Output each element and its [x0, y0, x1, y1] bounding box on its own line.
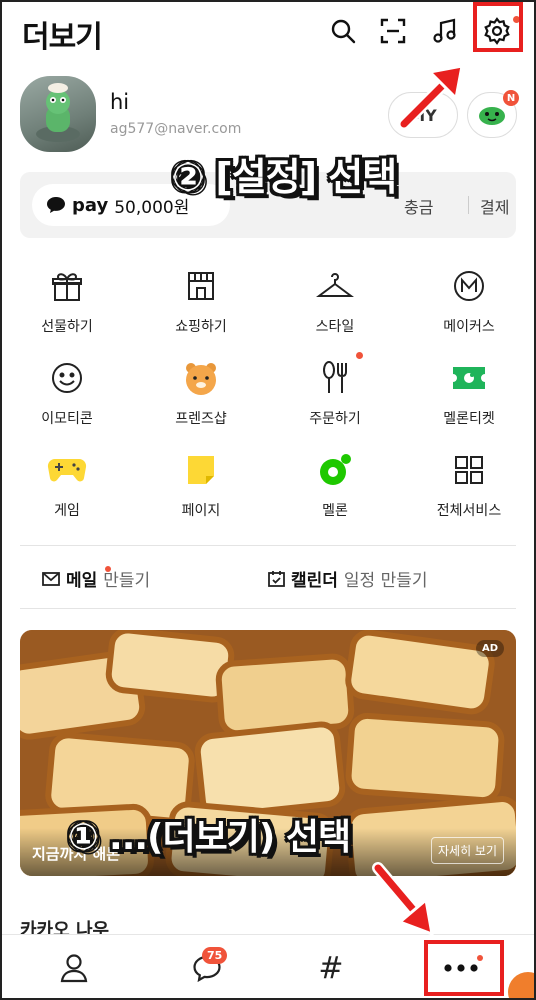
- charge-button[interactable]: 충금: [404, 194, 433, 218]
- order-icon: [313, 356, 357, 400]
- profile-name: hi: [110, 90, 130, 114]
- person-icon: [60, 954, 88, 983]
- gift-icon: [45, 264, 89, 308]
- chat-bubble-icon: [47, 197, 65, 213]
- step-2-annotation: ② [설정] 선택: [172, 155, 397, 199]
- melon-icon: [313, 448, 357, 492]
- step-1-annotation: ① ...(더보기) 선택: [68, 817, 351, 858]
- service-shopping[interactable]: 쇼핑하기: [134, 252, 268, 344]
- order-new-dot: [356, 352, 363, 359]
- mail-icon: [42, 571, 60, 586]
- arrow-to-more: [372, 862, 434, 937]
- ticket-icon: [447, 356, 491, 400]
- page-icon: [179, 448, 223, 492]
- calendar-icon: [268, 571, 285, 587]
- service-label: 전체서비스: [436, 503, 502, 519]
- service-label: 주문하기: [309, 411, 361, 427]
- service-label: 페이지: [181, 503, 221, 519]
- payment-button[interactable]: 결제: [480, 194, 509, 218]
- service-friends-shop[interactable]: 프렌즈샵: [134, 344, 268, 436]
- service-label: 쇼핑하기: [175, 319, 227, 335]
- emoticon-icon: [45, 356, 89, 400]
- nav-hashtag[interactable]: #: [264, 935, 398, 1000]
- nav-chats[interactable]: [140, 935, 274, 1000]
- top-bar: 더보기: [0, 0, 536, 64]
- service-label: 프렌즈샵: [175, 411, 227, 427]
- service-page[interactable]: 페이지: [134, 436, 268, 528]
- service-game[interactable]: 게임: [0, 436, 134, 528]
- mail-label: 메일: [66, 571, 98, 591]
- divider: [20, 545, 516, 546]
- more-highlight-box: [424, 940, 504, 996]
- service-gift[interactable]: 선물하기: [0, 252, 134, 344]
- pay-logo: pay: [72, 194, 109, 216]
- ad-more-button[interactable]: 자세히 보기: [430, 837, 504, 864]
- nav-friends[interactable]: [7, 935, 141, 1000]
- hanger-icon: [313, 264, 357, 308]
- service-label: 멜론: [322, 503, 348, 519]
- calendar-create-link[interactable]: 캘린더 일정 만들기: [268, 566, 428, 591]
- service-label: 선물하기: [41, 319, 93, 335]
- service-label: 메이커스: [443, 319, 495, 335]
- service-label: 게임: [54, 503, 80, 519]
- service-label: 이모티콘: [41, 411, 93, 427]
- music-icon[interactable]: [428, 14, 462, 48]
- arrow-to-settings: [398, 64, 464, 130]
- calendar-sub-label: 일정 만들기: [343, 571, 428, 591]
- shop-icon: [179, 264, 223, 308]
- game-icon: [45, 448, 89, 492]
- profile-email: ag577@naver.com: [110, 121, 242, 137]
- divider: [20, 608, 516, 609]
- mail-create-link[interactable]: 메일 만들기: [42, 566, 150, 591]
- makers-icon: [447, 264, 491, 308]
- calendar-label: 캘린더: [291, 571, 338, 591]
- page-title: 더보기: [22, 20, 103, 55]
- friends-icon: [179, 356, 223, 400]
- service-melon-ticket[interactable]: 멜론티켓: [402, 344, 536, 436]
- service-label: 멜론티켓: [443, 411, 495, 427]
- service-emoticon[interactable]: 이모티콘: [0, 344, 134, 436]
- pay-divider: [468, 196, 469, 214]
- chat-unread-badge: 75: [202, 947, 228, 964]
- new-badge: N: [503, 90, 519, 106]
- search-icon[interactable]: [326, 14, 360, 48]
- service-melon[interactable]: 멜론: [268, 436, 402, 528]
- all-services-icon: [447, 448, 491, 492]
- scan-icon[interactable]: [376, 14, 410, 48]
- avatar[interactable]: [20, 76, 96, 152]
- service-all[interactable]: 전체서비스: [402, 436, 536, 528]
- service-makers[interactable]: 메이커스: [402, 252, 536, 344]
- settings-highlight-box: [473, 2, 523, 52]
- service-style[interactable]: 스타일: [268, 252, 402, 344]
- mail-new-dot: [105, 566, 111, 572]
- ad-badge: AD: [475, 640, 504, 657]
- service-order[interactable]: 주문하기: [268, 344, 402, 436]
- service-label: 스타일: [315, 319, 355, 335]
